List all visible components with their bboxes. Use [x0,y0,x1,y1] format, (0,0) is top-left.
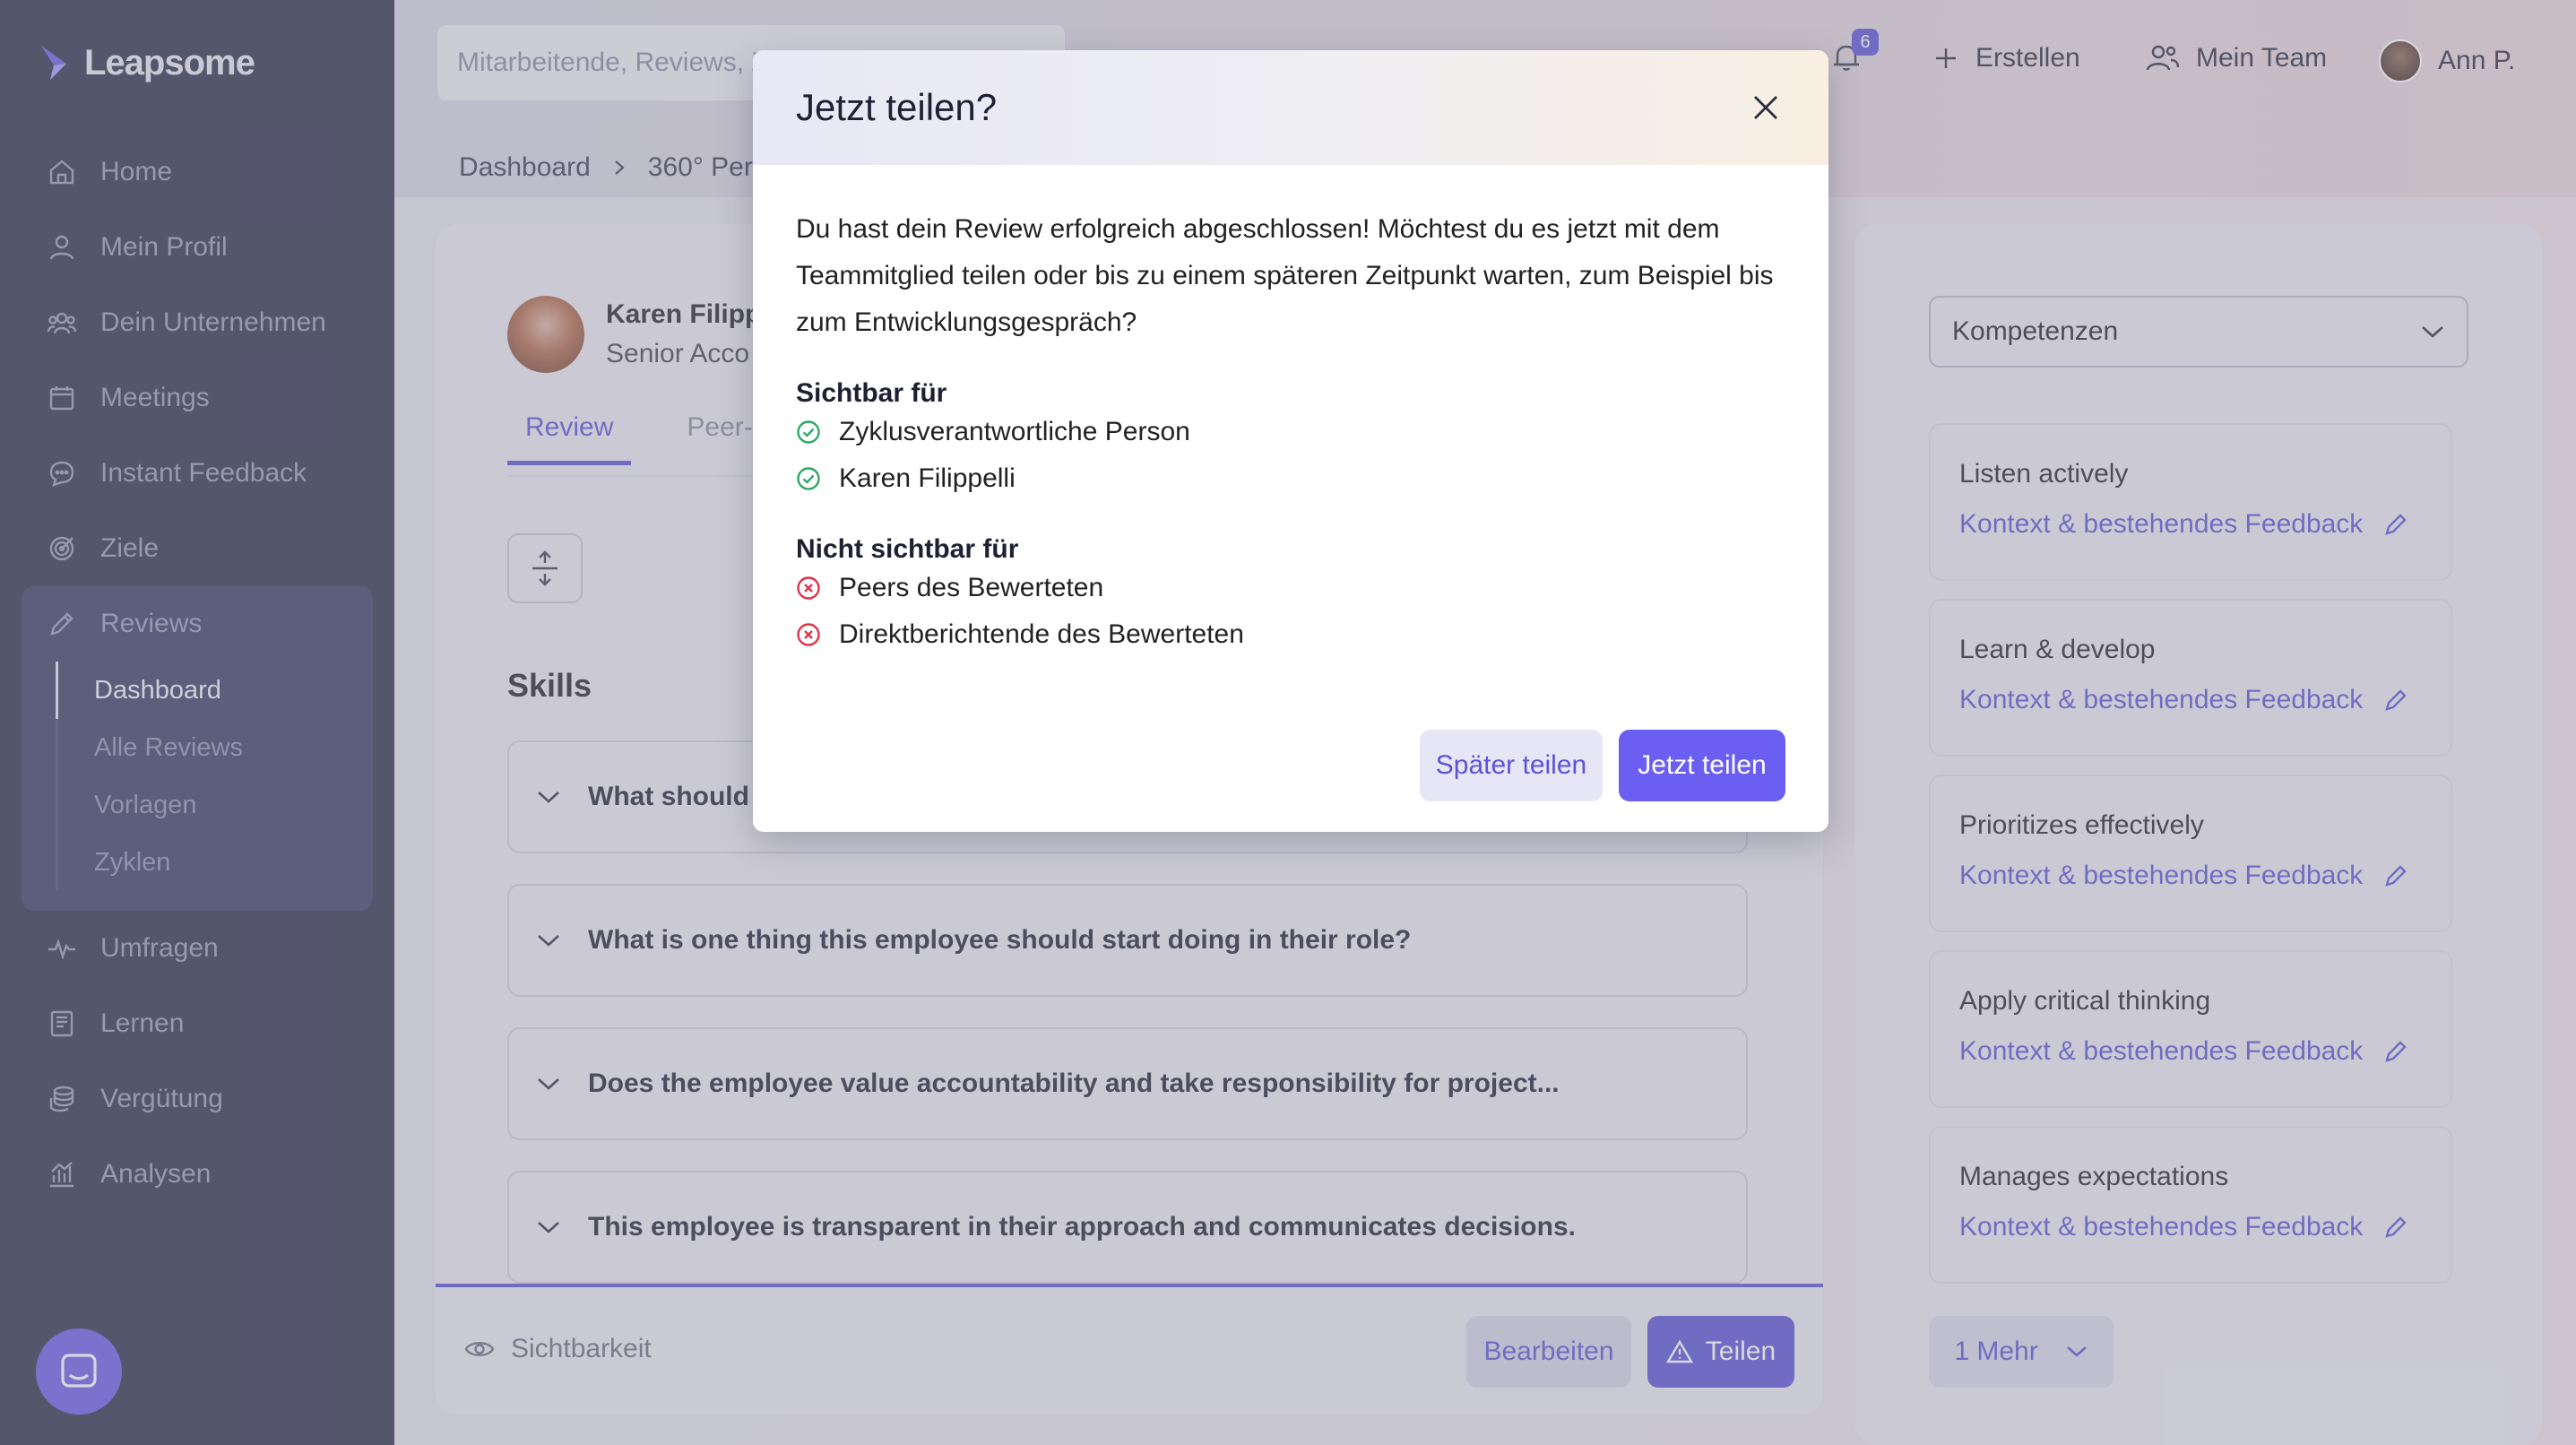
visible-for-item: Karen Filippelli [796,455,1785,502]
share-later-button[interactable]: Später teilen [1420,730,1603,801]
check-circle-icon [797,420,820,444]
dialog-actions: Später teilen Jetzt teilen [1420,730,1785,801]
x-circle-icon [797,623,820,646]
not-visible-for-item: Direktberichtende des Bewerteten [796,611,1785,658]
check-circle-icon [797,467,820,490]
dialog-body: Du hast dein Review erfolgreich abgeschl… [753,165,1828,658]
dialog-message: Du hast dein Review erfolgreich abgeschl… [796,214,1774,337]
not-visible-for-label: Peers des Bewerteten [839,573,1104,602]
close-button[interactable] [1746,88,1785,127]
share-dialog: Jetzt teilen? Du hast dein Review erfolg… [753,50,1828,832]
visible-for-label: Zyklusverantwortliche Person [839,417,1190,446]
not-visible-for-item: Peers des Bewerteten [796,565,1785,611]
x-circle-icon [797,576,820,600]
share-now-button[interactable]: Jetzt teilen [1619,730,1785,801]
dialog-title: Jetzt teilen? [796,86,998,128]
visible-for-item: Zyklusverantwortliche Person [796,409,1785,455]
not-visible-for-label: Direktberichtende des Bewerteten [839,619,1244,649]
close-icon [1754,96,1777,119]
dialog-header: Jetzt teilen? [753,50,1828,165]
not-visible-for-heading: Nicht sichtbar für [796,534,1019,564]
visible-for-heading: Sichtbar für [796,378,947,408]
visible-for-label: Karen Filippelli [839,463,1016,493]
